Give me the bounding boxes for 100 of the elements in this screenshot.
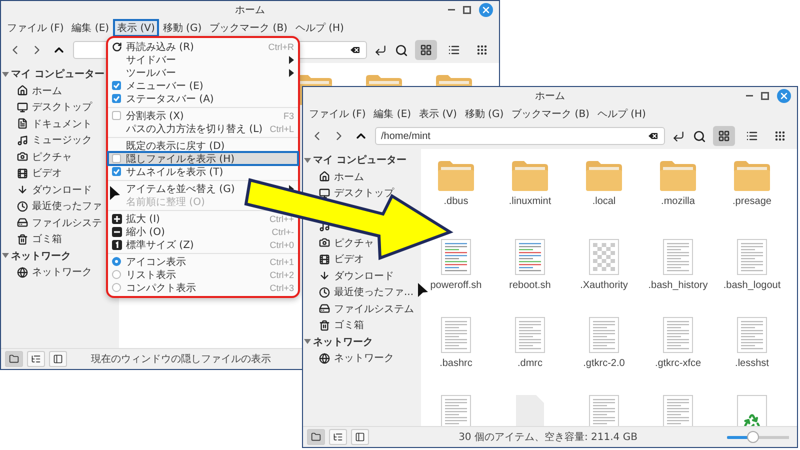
menu-item[interactable]: 既定の表示に戻す (D) (108, 139, 298, 152)
sidebar-item[interactable]: ネットワーク (32, 265, 92, 280)
sidebar-item[interactable]: ダウンロード (32, 182, 92, 197)
file-name[interactable]: .bashrc (440, 358, 472, 369)
sidebar-item[interactable]: ファイルシステ (32, 216, 102, 230)
sidebar-mode-button[interactable] (27, 351, 45, 367)
file-name[interactable]: poweroff.sh (430, 280, 482, 291)
toggle-location-button[interactable] (671, 128, 686, 144)
radio-button[interactable] (112, 283, 121, 292)
view-mode-button[interactable] (713, 126, 735, 146)
menu-item[interactable]: 縮小 (O) Ctrl+- (108, 225, 298, 238)
menu-title[interactable]: 編集 (E) (68, 19, 114, 37)
checkbox[interactable] (112, 94, 121, 103)
menu-title[interactable]: ファイル (F) (305, 105, 370, 123)
menu-title[interactable]: ファイル (F) (3, 19, 68, 37)
sidebar-item[interactable]: デスクトップ (334, 186, 394, 200)
blank-file-icon (516, 395, 544, 426)
file-name[interactable]: .local (592, 196, 616, 207)
sidebar-item[interactable]: ドキュメント (32, 116, 92, 131)
minimize-icon[interactable] (746, 95, 753, 97)
file-name[interactable]: .bash_logout (723, 280, 781, 291)
menu-title[interactable]: 表示 (V) (113, 19, 159, 37)
minimize-icon[interactable] (448, 9, 455, 11)
sidebar-item[interactable]: ミュージック (32, 133, 92, 148)
clear-icon[interactable] (349, 44, 361, 56)
menu-item[interactable]: 再読み込み (R) Ctrl+R (108, 40, 298, 53)
sidebar-mode-button[interactable] (307, 429, 325, 445)
menu-item[interactable]: アイコン表示 Ctrl+1 (108, 255, 298, 268)
sidebar-mode-button[interactable] (5, 351, 23, 367)
radio-button[interactable] (112, 257, 121, 266)
sidebar-item[interactable]: ホーム (334, 170, 364, 184)
menu-title[interactable]: ブックマーク (B) (206, 19, 292, 37)
menu-item[interactable]: 拡大 (I) Ctrl++ (108, 212, 298, 225)
menu-item[interactable]: メニューバー (E) (108, 79, 298, 92)
sidebar-item[interactable]: ホーム (32, 84, 62, 98)
path-field[interactable]: /home/mint (375, 127, 665, 145)
slider-thumb[interactable] (747, 431, 759, 443)
menu-title[interactable]: ヘルプ (H) (291, 19, 348, 37)
file-name[interactable]: .linuxmint (508, 196, 552, 207)
toggle-location-button[interactable] (373, 42, 388, 58)
sidebar-item[interactable]: ピクチャ (32, 150, 72, 164)
sidebar-item[interactable]: ゴミ箱 (334, 318, 364, 332)
file-name[interactable]: .gtkrc-2.0 (583, 358, 625, 369)
file-name[interactable]: .mozilla (661, 196, 695, 207)
menu-item[interactable]: サイドバー (108, 53, 298, 66)
file-name[interactable]: .dbus (444, 196, 468, 207)
menu-item[interactable]: ステータスバー (A) (108, 92, 298, 105)
menu-item[interactable]: 標準サイズ (Z) Ctrl+0 (108, 238, 298, 251)
checkbox[interactable] (112, 111, 121, 120)
sidebar-item[interactable]: ネットワーク (334, 351, 394, 366)
sidebar-item[interactable]: ゴミ箱 (32, 232, 62, 246)
sidebar-item[interactable]: デスクトップ (32, 100, 92, 114)
menu-title[interactable]: 移動 (G) (158, 19, 206, 37)
maximize-icon[interactable] (761, 92, 769, 100)
file-name[interactable]: .lesshst (735, 358, 769, 369)
file-name[interactable]: .gtkrc-xfce (654, 358, 702, 369)
reload-icon (112, 42, 122, 52)
menu-item[interactable]: 分割表示 (X) F3 (108, 109, 298, 122)
expander-icon[interactable] (2, 252, 9, 260)
menu-item[interactable]: サムネイルを表示 (T) (108, 165, 298, 178)
sidebar-item[interactable]: ビデオ (32, 166, 62, 180)
close-button[interactable] (777, 89, 791, 103)
sidebar-mode-button[interactable] (351, 429, 369, 445)
expander-icon[interactable] (2, 70, 9, 78)
menu-title[interactable]: ブックマーク (B) (508, 105, 594, 123)
menu-item[interactable]: パスの入力方法を切り替え (L) Ctrl+L (108, 122, 298, 135)
menu-title[interactable]: 表示 (V) (415, 105, 461, 123)
sidebar-mode-button[interactable] (49, 351, 67, 367)
checkbox[interactable] (112, 154, 121, 163)
close-button[interactable] (479, 3, 493, 17)
expander-icon[interactable] (304, 338, 311, 346)
menu-title[interactable]: ヘルプ (H) (593, 105, 650, 123)
sidebar-item[interactable]: ファイルシステム (334, 302, 414, 316)
sidebar-item[interactable]: 最近使ったファ... (334, 285, 414, 300)
home-icon (17, 85, 28, 96)
radio-button[interactable] (112, 270, 121, 279)
menu-item[interactable]: リスト表示 Ctrl+2 (108, 268, 298, 281)
sidebar-item[interactable]: ピクチャ (334, 236, 374, 250)
sidebar-mode-button[interactable] (329, 429, 347, 445)
menu-item[interactable]: コンパクト表示 Ctrl+3 (108, 281, 298, 294)
checkbox[interactable] (112, 167, 121, 176)
sidebar-item[interactable]: 最近使ったファ (32, 199, 102, 214)
checkbox[interactable] (112, 81, 121, 90)
file-name[interactable]: .presage (732, 196, 772, 207)
search-button[interactable] (394, 42, 409, 58)
menu-title[interactable]: 編集 (E) (370, 105, 416, 123)
clear-icon[interactable] (647, 130, 659, 142)
search-button[interactable] (692, 128, 707, 144)
sidebar-item[interactable]: ビデオ (334, 252, 364, 266)
maximize-icon[interactable] (463, 6, 471, 14)
file-name[interactable]: .Xauthority (580, 280, 628, 291)
expander-icon[interactable] (304, 156, 311, 164)
menu-item[interactable]: ツールバー (108, 66, 298, 79)
file-name[interactable]: reboot.sh (509, 280, 551, 291)
menu-title[interactable]: 移動 (G) (460, 105, 508, 123)
file-name[interactable]: .dmrc (518, 358, 542, 369)
view-mode-button[interactable] (415, 40, 437, 60)
sidebar-item[interactable]: ダウンロード (334, 268, 394, 283)
file-name[interactable]: .bash_history (648, 280, 708, 291)
menu-item[interactable]: 隠しファイルを表示 (H) (108, 152, 298, 165)
